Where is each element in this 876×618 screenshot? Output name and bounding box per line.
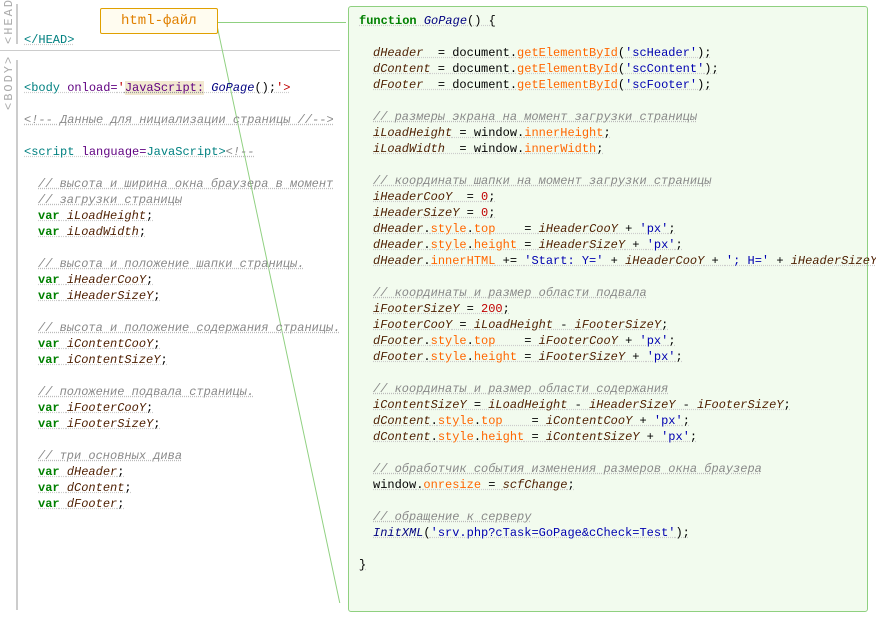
code-line: dContent = document.getElementById('scCo… bbox=[359, 61, 857, 77]
code-line: iFooterSizeY = 200; bbox=[359, 301, 857, 317]
comment: // координаты шапки на момент загрузки с… bbox=[373, 174, 711, 188]
script-tag-line: <script language=JavaScript><!-- bbox=[24, 144, 344, 160]
comment: // координаты и размер области подвала bbox=[373, 286, 647, 300]
code-line: dFooter.style.top = iFooterCooY + 'px'; bbox=[359, 333, 857, 349]
code-line: InitXML('srv.php?cTask=GoPage&cCheck=Tes… bbox=[359, 525, 857, 541]
code-line: dFooter.style.height = iFooterSizeY + 'p… bbox=[359, 349, 857, 365]
right-code-pane: function GoPage() { dHeader = document.g… bbox=[348, 6, 868, 612]
code-line: dContent.style.top = iContentCooY + 'px'… bbox=[359, 413, 857, 429]
body-tag-line: <body onload='JavaScript: GoPage();'> bbox=[24, 80, 344, 96]
var-decl: var iLoadHeight; bbox=[24, 208, 344, 224]
var-decl: var iHeaderSizeY; bbox=[24, 288, 344, 304]
var-decl: var dFooter; bbox=[24, 496, 344, 512]
comment: // обработчик события изменения размеров… bbox=[373, 462, 762, 476]
code-line: iLoadWidth = window.innerWidth; bbox=[359, 141, 857, 157]
head-label: <HEAD> bbox=[2, 4, 16, 44]
code-line: dHeader.style.height = iHeaderSizeY + 'p… bbox=[359, 237, 857, 253]
body-label: <BODY> bbox=[2, 60, 16, 110]
comment: // обращение к серверу bbox=[373, 510, 531, 524]
comment: // положение подвала страницы. bbox=[38, 385, 254, 399]
comment: // высота и положение шапки страницы. bbox=[38, 257, 304, 271]
code-line: iHeaderCooY = 0; bbox=[359, 189, 857, 205]
code-line: dContent.style.height = iContentSizeY + … bbox=[359, 429, 857, 445]
code-line: iContentSizeY = iLoadHeight - iHeaderSiz… bbox=[359, 397, 857, 413]
close-brace: } bbox=[359, 558, 366, 572]
comment: // три основных дива bbox=[38, 449, 182, 463]
code-line: iFooterCooY = iLoadHeight - iFooterSizeY… bbox=[359, 317, 857, 333]
comment: // высота и положение содержания страниц… bbox=[38, 321, 340, 335]
code-line: window.onresize = scfChange; bbox=[359, 477, 857, 493]
code-line: dHeader = document.getElementById('scHea… bbox=[359, 45, 857, 61]
code-line: dHeader.style.top = iHeaderCooY + 'px'; bbox=[359, 221, 857, 237]
body-line bbox=[16, 60, 18, 610]
comment: // загрузки страницы bbox=[38, 193, 182, 207]
left-code-pane: </HEAD> <body onload='JavaScript: GoPage… bbox=[24, 32, 344, 512]
var-decl: var iFooterSizeY; bbox=[24, 416, 344, 432]
var-decl: var iFooterCooY; bbox=[24, 400, 344, 416]
comment: // координаты и размер области содержани… bbox=[373, 382, 668, 396]
code-line: iLoadHeight = window.innerHeight; bbox=[359, 125, 857, 141]
connector-line bbox=[216, 22, 346, 32]
var-decl: var iHeaderCooY; bbox=[24, 272, 344, 288]
comment: // размеры экрана на момент загрузки стр… bbox=[373, 110, 697, 124]
code-line: dHeader.innerHTML += 'Start: Y=' + iHead… bbox=[359, 253, 857, 269]
close-head-tag: </HEAD> bbox=[24, 33, 74, 47]
var-decl: var dHeader; bbox=[24, 464, 344, 480]
var-decl: var dContent; bbox=[24, 480, 344, 496]
code-line: iHeaderSizeY = 0; bbox=[359, 205, 857, 221]
html-comment: <!-- Данные для нициализации страницы //… bbox=[24, 113, 334, 127]
file-title-badge: html-файл bbox=[100, 8, 218, 34]
head-line bbox=[16, 4, 18, 44]
function-signature: function GoPage() { bbox=[359, 13, 857, 29]
var-decl: var iContentSizeY; bbox=[24, 352, 344, 368]
code-line: dFooter = document.getElementById('scFoo… bbox=[359, 77, 857, 93]
var-decl: var iContentCooY; bbox=[24, 336, 344, 352]
comment: // высота и ширина окна браузера в момен… bbox=[38, 177, 333, 191]
var-decl: var iLoadWidth; bbox=[24, 224, 344, 240]
